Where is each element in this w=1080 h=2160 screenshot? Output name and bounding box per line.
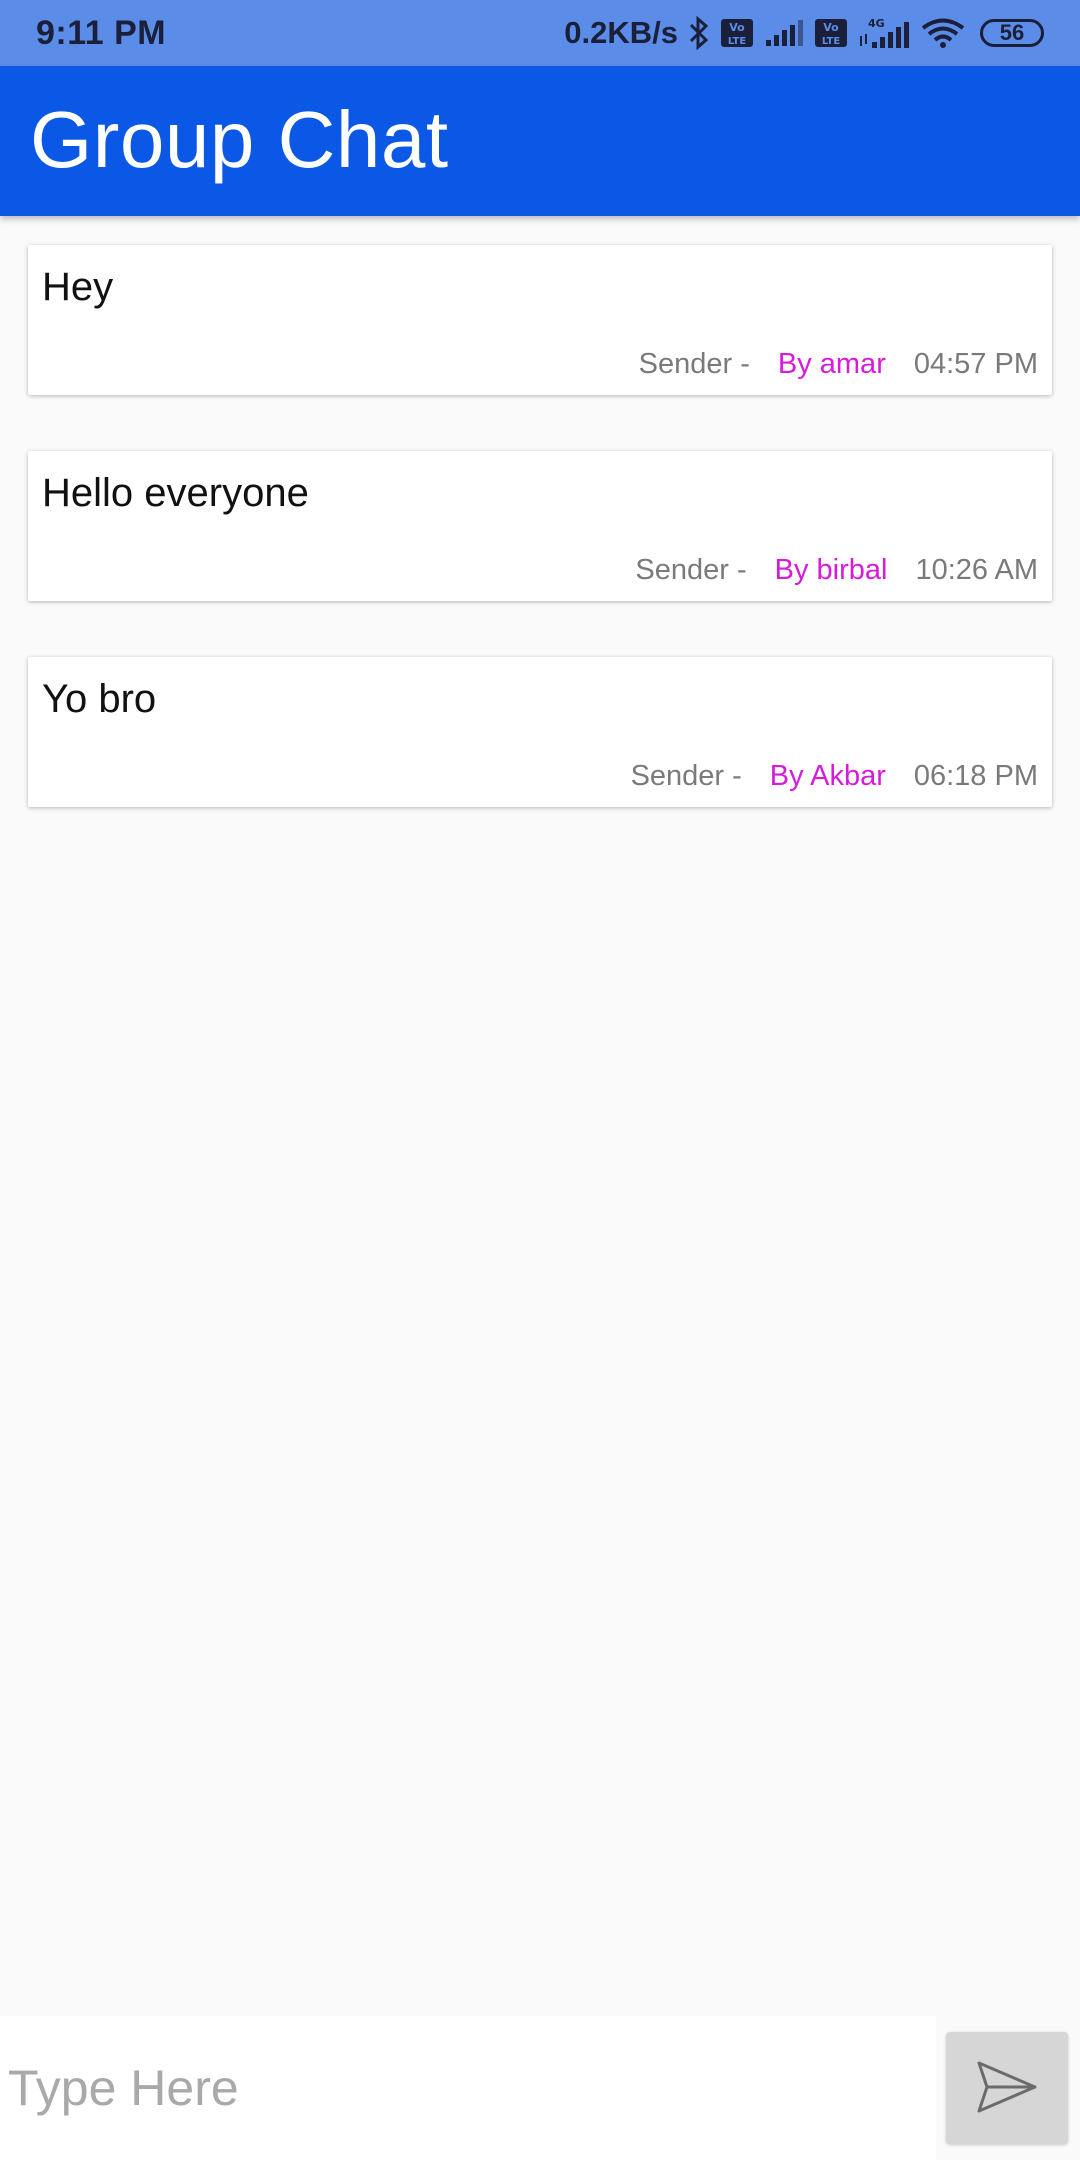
page-title: Group Chat bbox=[30, 95, 449, 184]
volte-icon: Vo LTE bbox=[720, 18, 754, 48]
bluetooth-icon bbox=[688, 16, 710, 50]
signal-icon bbox=[764, 18, 804, 48]
message-time: 10:26 AM bbox=[915, 554, 1038, 586]
message-meta: Sender - By amar 04:57 PM bbox=[639, 348, 1038, 381]
message-time: 06:18 PM bbox=[913, 760, 1038, 792]
svg-text:LTE: LTE bbox=[728, 36, 747, 47]
svg-text:Vo: Vo bbox=[729, 21, 745, 34]
message-input[interactable] bbox=[0, 2016, 936, 2160]
send-button[interactable] bbox=[946, 2032, 1068, 2144]
wifi-icon bbox=[920, 17, 966, 49]
sender-name: By Akbar bbox=[769, 760, 886, 792]
message-text: Hey bbox=[42, 265, 114, 309]
message-text: Yo bro bbox=[42, 677, 157, 721]
app-bar: Group Chat bbox=[0, 66, 1080, 216]
message-meta: Sender - By birbal 10:26 AM bbox=[635, 554, 1038, 587]
message-meta: Sender - By Akbar 06:18 PM bbox=[631, 760, 1038, 793]
message-card: Hello everyone Sender - By birbal 10:26 … bbox=[28, 451, 1052, 601]
battery-icon: 56 bbox=[980, 19, 1044, 47]
svg-text:Vo: Vo bbox=[823, 21, 839, 34]
svg-text:LTE: LTE bbox=[822, 36, 841, 47]
svg-text:4G: 4G bbox=[868, 17, 885, 30]
message-card: Hey Sender - By amar 04:57 PM bbox=[28, 245, 1052, 395]
message-card: Yo bro Sender - By Akbar 06:18 PM bbox=[28, 657, 1052, 807]
4g-signal-icon: 4G bbox=[858, 16, 910, 50]
status-time: 9:11 PM bbox=[36, 14, 167, 52]
composer-bar bbox=[0, 2016, 1080, 2160]
sender-name: By birbal bbox=[774, 554, 888, 586]
message-text: Hello everyone bbox=[42, 471, 309, 515]
sender-name: By amar bbox=[777, 348, 886, 380]
volte-icon: Vo LTE bbox=[814, 18, 848, 48]
message-list: Hey Sender - By amar 04:57 PM Hello ever… bbox=[28, 245, 1052, 863]
network-speed: 0.2KB/s bbox=[564, 15, 678, 50]
sender-label: Sender - bbox=[638, 348, 750, 380]
send-icon bbox=[975, 2059, 1039, 2118]
sender-label: Sender - bbox=[630, 760, 742, 792]
message-time: 04:57 PM bbox=[913, 348, 1038, 380]
status-bar: 9:11 PM 0.2KB/s Vo LTE Vo LTE 4G 56 bbox=[0, 0, 1080, 66]
sender-label: Sender - bbox=[635, 554, 747, 586]
status-icons: 0.2KB/s Vo LTE Vo LTE 4G 56 bbox=[564, 12, 1044, 54]
